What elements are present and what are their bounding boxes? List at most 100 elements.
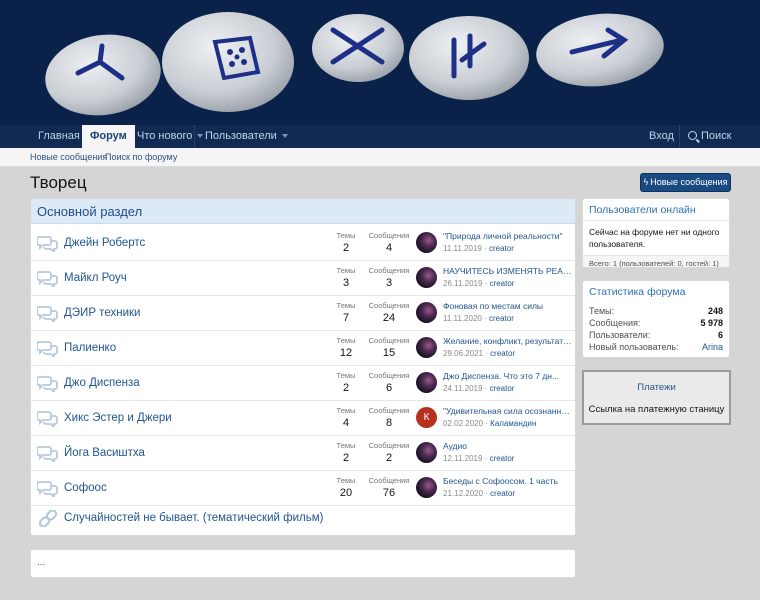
avatar[interactable] — [416, 302, 437, 323]
last-post-date[interactable]: 11.11.2019 — [443, 244, 482, 253]
avatar[interactable] — [416, 232, 437, 253]
last-post-title[interactable]: "Природа личной реальности" — [443, 231, 573, 241]
stats-value: 5 978 — [700, 318, 723, 328]
last-post-date[interactable]: 21.12.2020 — [443, 489, 483, 498]
last-post-date[interactable]: 29.06.2021 — [443, 349, 483, 358]
last-post-title[interactable]: НАУЧИТЕСЬ ИЗМЕНЯТЬ РЕАЛЬ... — [443, 266, 573, 276]
last-post-title[interactable]: Джо Диспенза. Что это 7 дн... — [443, 371, 573, 381]
last-post-date[interactable]: 26.11.2019 — [443, 279, 482, 288]
forum-node-title[interactable]: ДЭИР техники — [64, 307, 140, 319]
last-post-user[interactable]: creator — [490, 489, 515, 498]
forum-node-row[interactable]: Майкл Роуч Темы 3 Сообщения 3 НАУЧИТЕСЬ ИЗМЕН… — [31, 261, 575, 296]
forum-node-row[interactable]: Йога Васиштха Темы 2 Сообщения 2 Аудио 12.11.2… — [31, 436, 575, 471]
chat-bubbles-icon — [37, 341, 58, 357]
messages-label: Сообщения — [368, 336, 410, 345]
search-label: Поиск — [701, 130, 732, 142]
tab-forum[interactable]: Форум — [82, 125, 135, 149]
forum-node-row[interactable]: Джейн Робертс Темы 2 Сообщения 4 "Природа лич… — [31, 226, 575, 261]
messages-label: Сообщения — [368, 406, 410, 415]
chevron-down-icon — [281, 134, 288, 139]
last-post-user[interactable]: creator — [489, 244, 514, 253]
last-post-title[interactable]: Фоновая по местам силы — [443, 301, 573, 311]
last-post-title[interactable]: "Удивительная сила осознанного... — [443, 406, 573, 416]
messages-count: 6 — [385, 382, 393, 394]
forum-node-title[interactable]: Майкл Роуч — [64, 272, 127, 284]
subnav-search-forum[interactable]: Поиск по форуму — [105, 152, 177, 162]
forum-node-title[interactable]: Джо Диспенза — [64, 377, 140, 389]
last-post-user[interactable]: creator — [489, 314, 514, 323]
forum-node-row[interactable]: Палиенко Темы 12 Сообщения 15 Желание, конфли… — [31, 331, 575, 366]
stats-row-users: Пользователи: 6 — [589, 330, 723, 342]
last-post-meta: 11.11.2019 · creator — [443, 244, 514, 253]
messages-label: Сообщения — [368, 231, 410, 240]
messages-label: Сообщения — [368, 301, 410, 310]
link-node[interactable]: Случайностей не бывает. (тематический фи… — [31, 501, 575, 535]
messages-label: Сообщения — [368, 266, 410, 275]
forum-node-title[interactable]: Палиенко — [64, 342, 116, 354]
last-post-date[interactable]: 11.11.2020 — [443, 314, 482, 323]
rune-stones-logo — [0, 0, 760, 125]
stats-row-newest-user: Новый пользователь: Arina — [589, 342, 723, 354]
forum-stats-title[interactable]: Статистика форума — [583, 281, 729, 303]
messages-count: 8 — [385, 417, 393, 429]
online-users-text: Сейчас на форуме нет ни одного пользоват… — [589, 227, 720, 249]
last-post-user[interactable]: Каламандин — [490, 419, 536, 428]
last-post-title[interactable]: Беседы с Софоосом. 1 часть — [443, 476, 573, 486]
last-post-meta: 12.11.2019 · creator — [443, 454, 515, 463]
last-post-meta: 11.11.2020 · creator — [443, 314, 514, 323]
avatar[interactable] — [416, 442, 437, 463]
messages-stat: Сообщения 24 — [364, 301, 414, 324]
last-post-title[interactable]: Желание, конфликт, результат (2... — [443, 336, 573, 346]
tab-members[interactable]: Пользователи — [197, 125, 296, 148]
avatar[interactable]: К — [416, 407, 437, 428]
last-post-user[interactable]: creator — [490, 384, 515, 393]
last-post-user[interactable]: creator — [490, 349, 515, 358]
last-post-date[interactable]: 02.02.2020 — [443, 419, 483, 428]
forum-node-row[interactable]: Хикс Эстер и Джери Темы 4 Сообщения 8 К "Удиви… — [31, 401, 575, 436]
subnav-new-posts[interactable]: Новые сообщения — [30, 152, 107, 162]
forum-node-row[interactable]: ДЭИР техники Темы 7 Сообщения 24 Фоновая по м… — [31, 296, 575, 331]
payment-page-link[interactable]: Ссылка на платежную станицу — [584, 404, 729, 415]
stats-key: Пользователи: — [589, 330, 651, 340]
messages-count: 2 — [385, 452, 393, 464]
stats-key: Темы: — [589, 306, 615, 316]
messages-count: 15 — [382, 347, 396, 359]
payments-widget: Платежи Ссылка на платежную станицу — [582, 370, 731, 425]
new-posts-button[interactable]: ϟ Новые сообщения — [640, 173, 731, 192]
messages-count: 4 — [385, 242, 393, 254]
bolt-icon: ϟ — [643, 177, 649, 187]
last-post-user[interactable]: creator — [490, 279, 515, 288]
last-post-meta: 02.02.2020 · Каламандин — [443, 419, 537, 428]
last-post-title[interactable]: Аудио — [443, 441, 573, 451]
forum-node-title[interactable]: Софоос — [64, 482, 107, 494]
avatar[interactable] — [416, 477, 437, 498]
last-post-date[interactable]: 24.11.2019 — [443, 384, 482, 393]
online-users-title[interactable]: Пользователи онлайн — [583, 199, 729, 221]
messages-count: 24 — [382, 312, 396, 324]
last-post-date[interactable]: 12.11.2019 — [443, 454, 482, 463]
login-link[interactable]: Вход — [641, 125, 682, 148]
link-node-title[interactable]: Случайностей не бывает. (тематический фи… — [64, 512, 323, 524]
category-title[interactable]: Основной раздел — [31, 199, 575, 224]
search-button[interactable]: Поиск — [680, 125, 739, 148]
forum-node-title[interactable]: Джейн Робертс — [64, 237, 145, 249]
forum-node-row[interactable]: Джо Диспенза Темы 2 Сообщения 6 Джо Диспенза.… — [31, 366, 575, 401]
stats-row-messages: Сообщения: 5 978 — [589, 318, 723, 330]
forum-node-title[interactable]: Йога Васиштха — [64, 447, 145, 459]
last-post-meta: 24.11.2019 · creator — [443, 384, 515, 393]
last-post-user[interactable]: creator — [490, 454, 515, 463]
avatar[interactable] — [416, 267, 437, 288]
forum-node-title[interactable]: Хикс Эстер и Джери — [64, 412, 172, 424]
tab-home[interactable]: Главная — [30, 125, 88, 148]
header-banner — [0, 0, 760, 125]
chat-bubbles-icon — [37, 481, 58, 497]
messages-stat: Сообщения 6 — [364, 371, 414, 394]
footer-ellipsis[interactable]: ... — [37, 557, 45, 568]
newest-user-link[interactable]: Arina — [702, 342, 723, 352]
messages-stat: Сообщения 4 — [364, 231, 414, 254]
avatar[interactable] — [416, 337, 437, 358]
messages-stat: Сообщения 8 — [364, 406, 414, 429]
avatar[interactable] — [416, 372, 437, 393]
messages-label: Сообщения — [368, 371, 410, 380]
chat-bubbles-icon — [37, 306, 58, 322]
